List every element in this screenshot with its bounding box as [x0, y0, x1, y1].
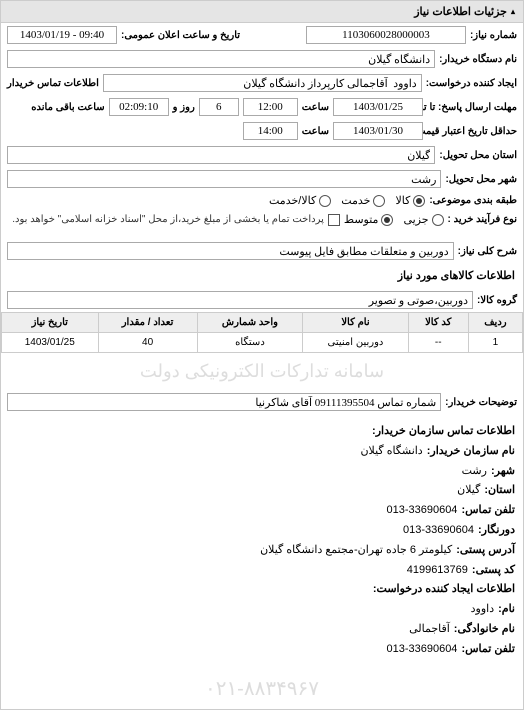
ci-lname: آقاجمالی: [409, 620, 450, 640]
watermark: سامانه تدارکات الکترونیکی دولت: [1, 353, 523, 390]
ci-phone-label: تلفن تماس:: [461, 501, 515, 521]
desc-label: شرح کلی نیاز:: [458, 246, 517, 257]
table-cell: --: [408, 333, 468, 353]
panel-header[interactable]: جزئیات اطلاعات نیاز: [1, 1, 523, 23]
city-label: شهر محل تحویل:: [445, 174, 517, 185]
radio-small-label: جزیی: [403, 213, 428, 226]
process-radio-group: جزیی متوسط: [344, 213, 444, 226]
table-header: تعداد / مقدار: [98, 313, 197, 333]
table-cell: 40: [98, 333, 197, 353]
table-row[interactable]: 1--دوربین امنیتیدستگاه401403/01/25: [2, 333, 523, 353]
validity-date-input[interactable]: [333, 122, 423, 140]
day-label: روز و: [173, 102, 195, 113]
ci-fname: داوود: [471, 600, 494, 620]
radio-kalakhedmat-label: کالا/خدمت: [269, 194, 316, 207]
table-header: ردیف: [468, 313, 522, 333]
subject-radio-group: کالا خدمت کالا/خدمت: [269, 194, 425, 207]
ci-org: دانشگاه گیلان: [360, 442, 422, 462]
request-no-input[interactable]: [306, 26, 466, 44]
table-header: کد کالا: [408, 313, 468, 333]
ci-lname-label: نام خانوادگی:: [454, 620, 515, 640]
ci-city: رشت: [462, 462, 487, 482]
ci-cphone: 013-33690604: [386, 640, 457, 660]
radio-khedmat[interactable]: [373, 195, 385, 207]
ci-fax-label: دورنگار:: [478, 521, 515, 541]
remain-label: ساعت باقی مانده: [31, 102, 104, 113]
pay-note: پرداخت تمام یا بخشی از مبلغ خرید،از محل …: [12, 214, 324, 225]
ci-address: کیلومتر 6 جاده تهران-مجتمع دانشگاه گیلان: [260, 541, 452, 561]
ci-fname-label: نام:: [498, 600, 515, 620]
desc-input[interactable]: [7, 242, 454, 260]
group-label: گروه کالا:: [477, 295, 517, 306]
request-no-label: شماره نیاز:: [470, 30, 517, 41]
city-input[interactable]: [7, 170, 441, 188]
radio-medium[interactable]: [381, 214, 393, 226]
radio-khedmat-label: خدمت: [341, 194, 370, 207]
radio-kala[interactable]: [413, 195, 425, 207]
ci-postcode-label: کد پستی:: [472, 561, 515, 581]
table-cell: 1: [468, 333, 522, 353]
buyer-org-label: نام دستگاه خریدار:: [439, 54, 517, 65]
table-header: نام کالا: [303, 313, 408, 333]
radio-kala-label: کالا: [395, 194, 410, 207]
deadline-date-input[interactable]: [333, 98, 423, 116]
buyer-notes-input[interactable]: [7, 393, 441, 411]
buyer-org-input[interactable]: [7, 50, 435, 68]
ci-city-label: شهر:: [491, 462, 515, 482]
ci-postcode: 4199613769: [407, 561, 468, 581]
ci-phone: 013-33690604: [386, 501, 457, 521]
province-input[interactable]: [7, 146, 435, 164]
table-cell: 1403/01/25: [2, 333, 99, 353]
ci-province-label: استان:: [484, 481, 515, 501]
contact-title: اطلاعات تماس سازمان خریدار:: [372, 422, 515, 442]
group-input[interactable]: [7, 291, 473, 309]
radio-kalakhedmat[interactable]: [319, 195, 331, 207]
buyer-notes-label: توضیحات خریدار:: [445, 397, 517, 408]
pay-checkbox[interactable]: [328, 214, 340, 226]
panel-title: جزئیات اطلاعات نیاز: [414, 5, 507, 18]
radio-small[interactable]: [432, 214, 444, 226]
radio-medium-label: متوسط: [344, 213, 379, 226]
subject-type-label: طبقه بندی موضوعی:: [429, 195, 517, 206]
time-label-1: ساعت: [302, 102, 329, 113]
table-header: واحد شمارش: [197, 313, 303, 333]
time-label-2: ساعت: [302, 126, 329, 137]
table-header: تاریخ نیاز: [2, 313, 99, 333]
validity-label: حداقل تاریخ اعتبار قیمت: تا تاریخ:: [427, 126, 517, 137]
ci-creator-title: اطلاعات ایجاد کننده درخواست:: [373, 580, 515, 600]
ci-fax: 013-33690604: [403, 521, 474, 541]
remain-time-input[interactable]: [109, 98, 169, 116]
ci-province: گیلان: [457, 481, 480, 501]
days-remain-input[interactable]: [199, 98, 239, 116]
creator-input[interactable]: [103, 74, 422, 92]
province-label: استان محل تحویل:: [439, 150, 517, 161]
process-label: نوع فرآیند خرید :: [448, 214, 517, 225]
buyer-contact-label: اطلاعات تماس خریدار: [7, 78, 99, 89]
creator-label: ایجاد کننده درخواست:: [426, 78, 517, 89]
table-cell: دوربین امنیتی: [303, 333, 408, 353]
deadline-label: مهلت ارسال پاسخ: تا تاریخ:: [427, 102, 517, 113]
items-title: اطلاعات کالاهای مورد نیاز: [1, 263, 523, 288]
announce-input[interactable]: [7, 26, 117, 44]
footer-phone: ۰۲۱-۸۸۳۴۹۶۷: [1, 668, 523, 709]
ci-address-label: آدرس پستی:: [456, 541, 515, 561]
ci-org-label: نام سازمان خریدار:: [427, 442, 515, 462]
items-table: ردیفکد کالانام کالاواحد شمارشتعداد / مقد…: [1, 312, 523, 353]
deadline-time-input[interactable]: [243, 98, 298, 116]
announce-label: تاریخ و ساعت اعلان عمومی:: [121, 30, 240, 41]
table-cell: دستگاه: [197, 333, 303, 353]
ci-cphone-label: تلفن تماس:: [461, 640, 515, 660]
validity-time-input[interactable]: [243, 122, 298, 140]
